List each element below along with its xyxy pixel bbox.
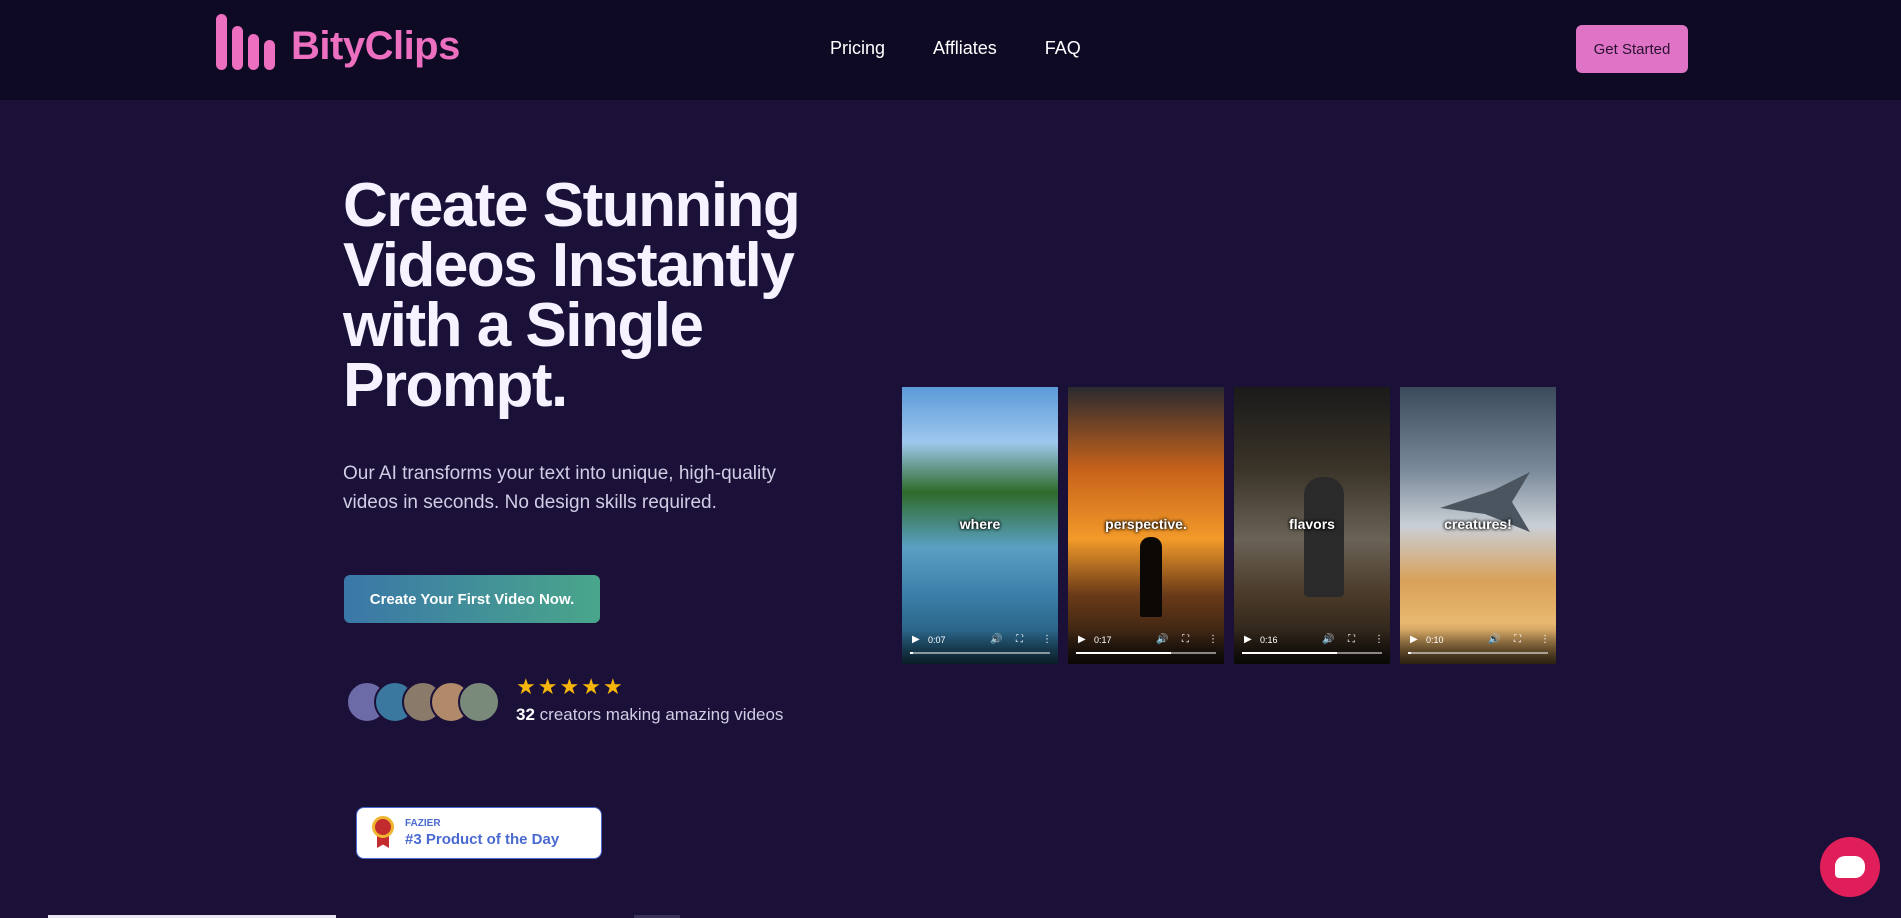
volume-icon[interactable]: 🔊 [1322,634,1334,645]
badge-texts: FAZIER #3 Product of the Day [405,818,559,848]
badge-source: FAZIER [405,818,441,829]
video-controls: ▶ 0:10 🔊 ⛶ ⋮ [1400,630,1556,664]
main-nav: Pricing Affliates FAQ [830,38,1081,59]
logo-bars-icon [216,14,275,70]
badge-rank: #3 Product of the Day [405,831,560,848]
brand-logo[interactable]: BityClips [216,14,460,70]
creators-count: 32 creators making amazing videos [516,705,783,725]
hero-title-line: with a Single [343,291,704,360]
video-caption: where [959,516,1001,532]
star-icon: ★ [537,674,558,699]
play-icon[interactable]: ▶ [912,634,920,645]
more-vertical-icon[interactable]: ⋮ [1042,634,1052,645]
video-gallery: where ▶ 0:07 🔊 ⛶ ⋮ perspective. ▶ 0:17 🔊… [902,387,1556,664]
video-player[interactable]: where ▶ 0:07 🔊 ⛶ ⋮ [902,387,1058,664]
star-icon: ★ [602,674,623,699]
creator-avatars [346,681,500,723]
star-icon: ★ [559,674,580,699]
video-progress[interactable] [1076,652,1216,654]
video-progress[interactable] [910,652,1050,654]
hero-title: Create Stunning Videos Instantly with a … [343,175,863,417]
fullscreen-icon[interactable]: ⛶ [1348,634,1355,645]
chat-icon [1835,856,1865,878]
hero-subtitle-line: videos in seconds. No design skills requ… [343,492,717,513]
video-time: 0:16 [1260,635,1278,645]
creators-number: 32 [516,705,535,724]
nav-pricing[interactable]: Pricing [830,38,885,59]
rating-stars: ★ ★ ★ ★ ★ [516,676,623,698]
star-icon: ★ [581,674,601,699]
video-time: 0:07 [928,635,946,645]
avatar [458,681,500,723]
hero-title-line: Prompt. [343,351,568,420]
video-progress[interactable] [1408,652,1548,654]
logo-text: BityClips [291,23,460,68]
hero-subtitle-line: Our AI transforms your text into unique,… [343,463,776,484]
more-vertical-icon[interactable]: ⋮ [1208,634,1218,645]
play-icon[interactable]: ▶ [1078,634,1086,645]
person-silhouette [1140,537,1162,617]
fullscreen-icon[interactable]: ⛶ [1016,634,1023,645]
get-started-button[interactable]: Get Started [1576,25,1688,73]
video-caption: perspective. [1105,516,1187,532]
video-caption: flavors [1289,516,1335,532]
video-time: 0:10 [1426,635,1444,645]
fazier-badge[interactable]: FAZIER #3 Product of the Day [356,807,602,859]
chef-figure [1304,477,1344,597]
fullscreen-icon[interactable]: ⛶ [1182,634,1189,645]
hero-subtitle: Our AI transforms your text into unique,… [343,459,823,517]
video-player[interactable]: creatures! ▶ 0:10 🔊 ⛶ ⋮ [1400,387,1556,664]
fullscreen-icon[interactable]: ⛶ [1514,634,1521,645]
volume-icon[interactable]: 🔊 [990,634,1002,645]
video-time: 0:17 [1094,635,1112,645]
video-player[interactable]: flavors ▶ 0:16 🔊 ⛶ ⋮ [1234,387,1390,664]
chat-launcher-button[interactable] [1820,837,1880,897]
star-icon: ★ [516,674,536,699]
video-controls: ▶ 0:17 🔊 ⛶ ⋮ [1068,630,1224,664]
video-controls: ▶ 0:07 🔊 ⛶ ⋮ [902,630,1058,664]
video-controls: ▶ 0:16 🔊 ⛶ ⋮ [1234,630,1390,664]
volume-icon[interactable]: 🔊 [1156,634,1168,645]
more-vertical-icon[interactable]: ⋮ [1374,634,1384,645]
nav-affiliates[interactable]: Affliates [933,38,997,59]
create-first-video-button[interactable]: Create Your First Video Now. [344,575,600,623]
creators-label: creators making amazing videos [539,705,784,724]
video-progress[interactable] [1242,652,1382,654]
medal-icon [371,816,395,850]
hero-title-line: Create Stunning [343,171,801,240]
hero-title-line: Videos Instantly [343,231,795,300]
volume-icon[interactable]: 🔊 [1488,634,1500,645]
video-caption: creatures! [1444,516,1512,532]
play-icon[interactable]: ▶ [1244,634,1252,645]
more-vertical-icon[interactable]: ⋮ [1540,634,1550,645]
site-header: BityClips Pricing Affliates FAQ Get Star… [0,0,1901,100]
video-player[interactable]: perspective. ▶ 0:17 🔊 ⛶ ⋮ [1068,387,1224,664]
play-icon[interactable]: ▶ [1410,634,1418,645]
nav-faq[interactable]: FAQ [1045,38,1081,59]
